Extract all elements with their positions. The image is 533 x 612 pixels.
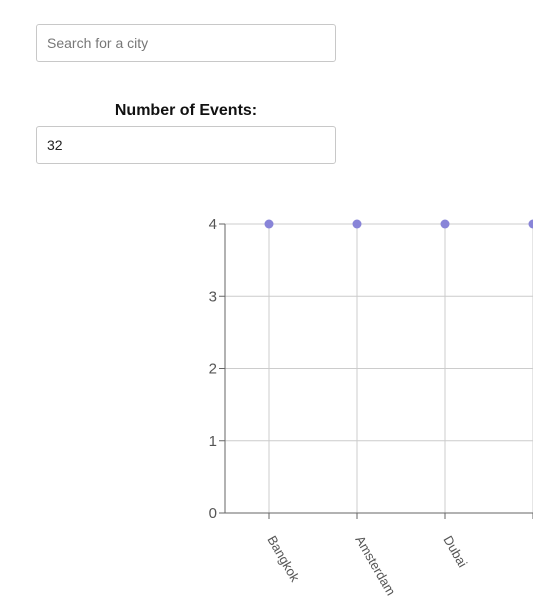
- y-tick-label: 2: [209, 361, 217, 378]
- data-point: [352, 219, 362, 229]
- x-category-label: Bangkok: [264, 533, 303, 585]
- events-scatter-chart: 0 1 2 3 4 Bangkok Amsterdam Dubai: [209, 216, 533, 598]
- y-tick-label: 4: [209, 216, 217, 233]
- x-category-label: Amsterdam: [352, 533, 398, 598]
- y-tick-label: 1: [209, 433, 217, 450]
- y-tick-label: 0: [209, 505, 217, 522]
- y-tick-label: 3: [209, 288, 217, 305]
- app-page: Number of Events: 01234BangkokAmsterdamD…: [0, 0, 533, 612]
- x-category-label: Dubai: [440, 533, 470, 570]
- data-point: [528, 219, 533, 229]
- data-point: [264, 219, 274, 229]
- data-point: [440, 219, 450, 229]
- axis-layer: 0 1 2 3 4 Bangkok Amsterdam Dubai: [209, 216, 533, 598]
- grid-layer: [225, 223, 533, 513]
